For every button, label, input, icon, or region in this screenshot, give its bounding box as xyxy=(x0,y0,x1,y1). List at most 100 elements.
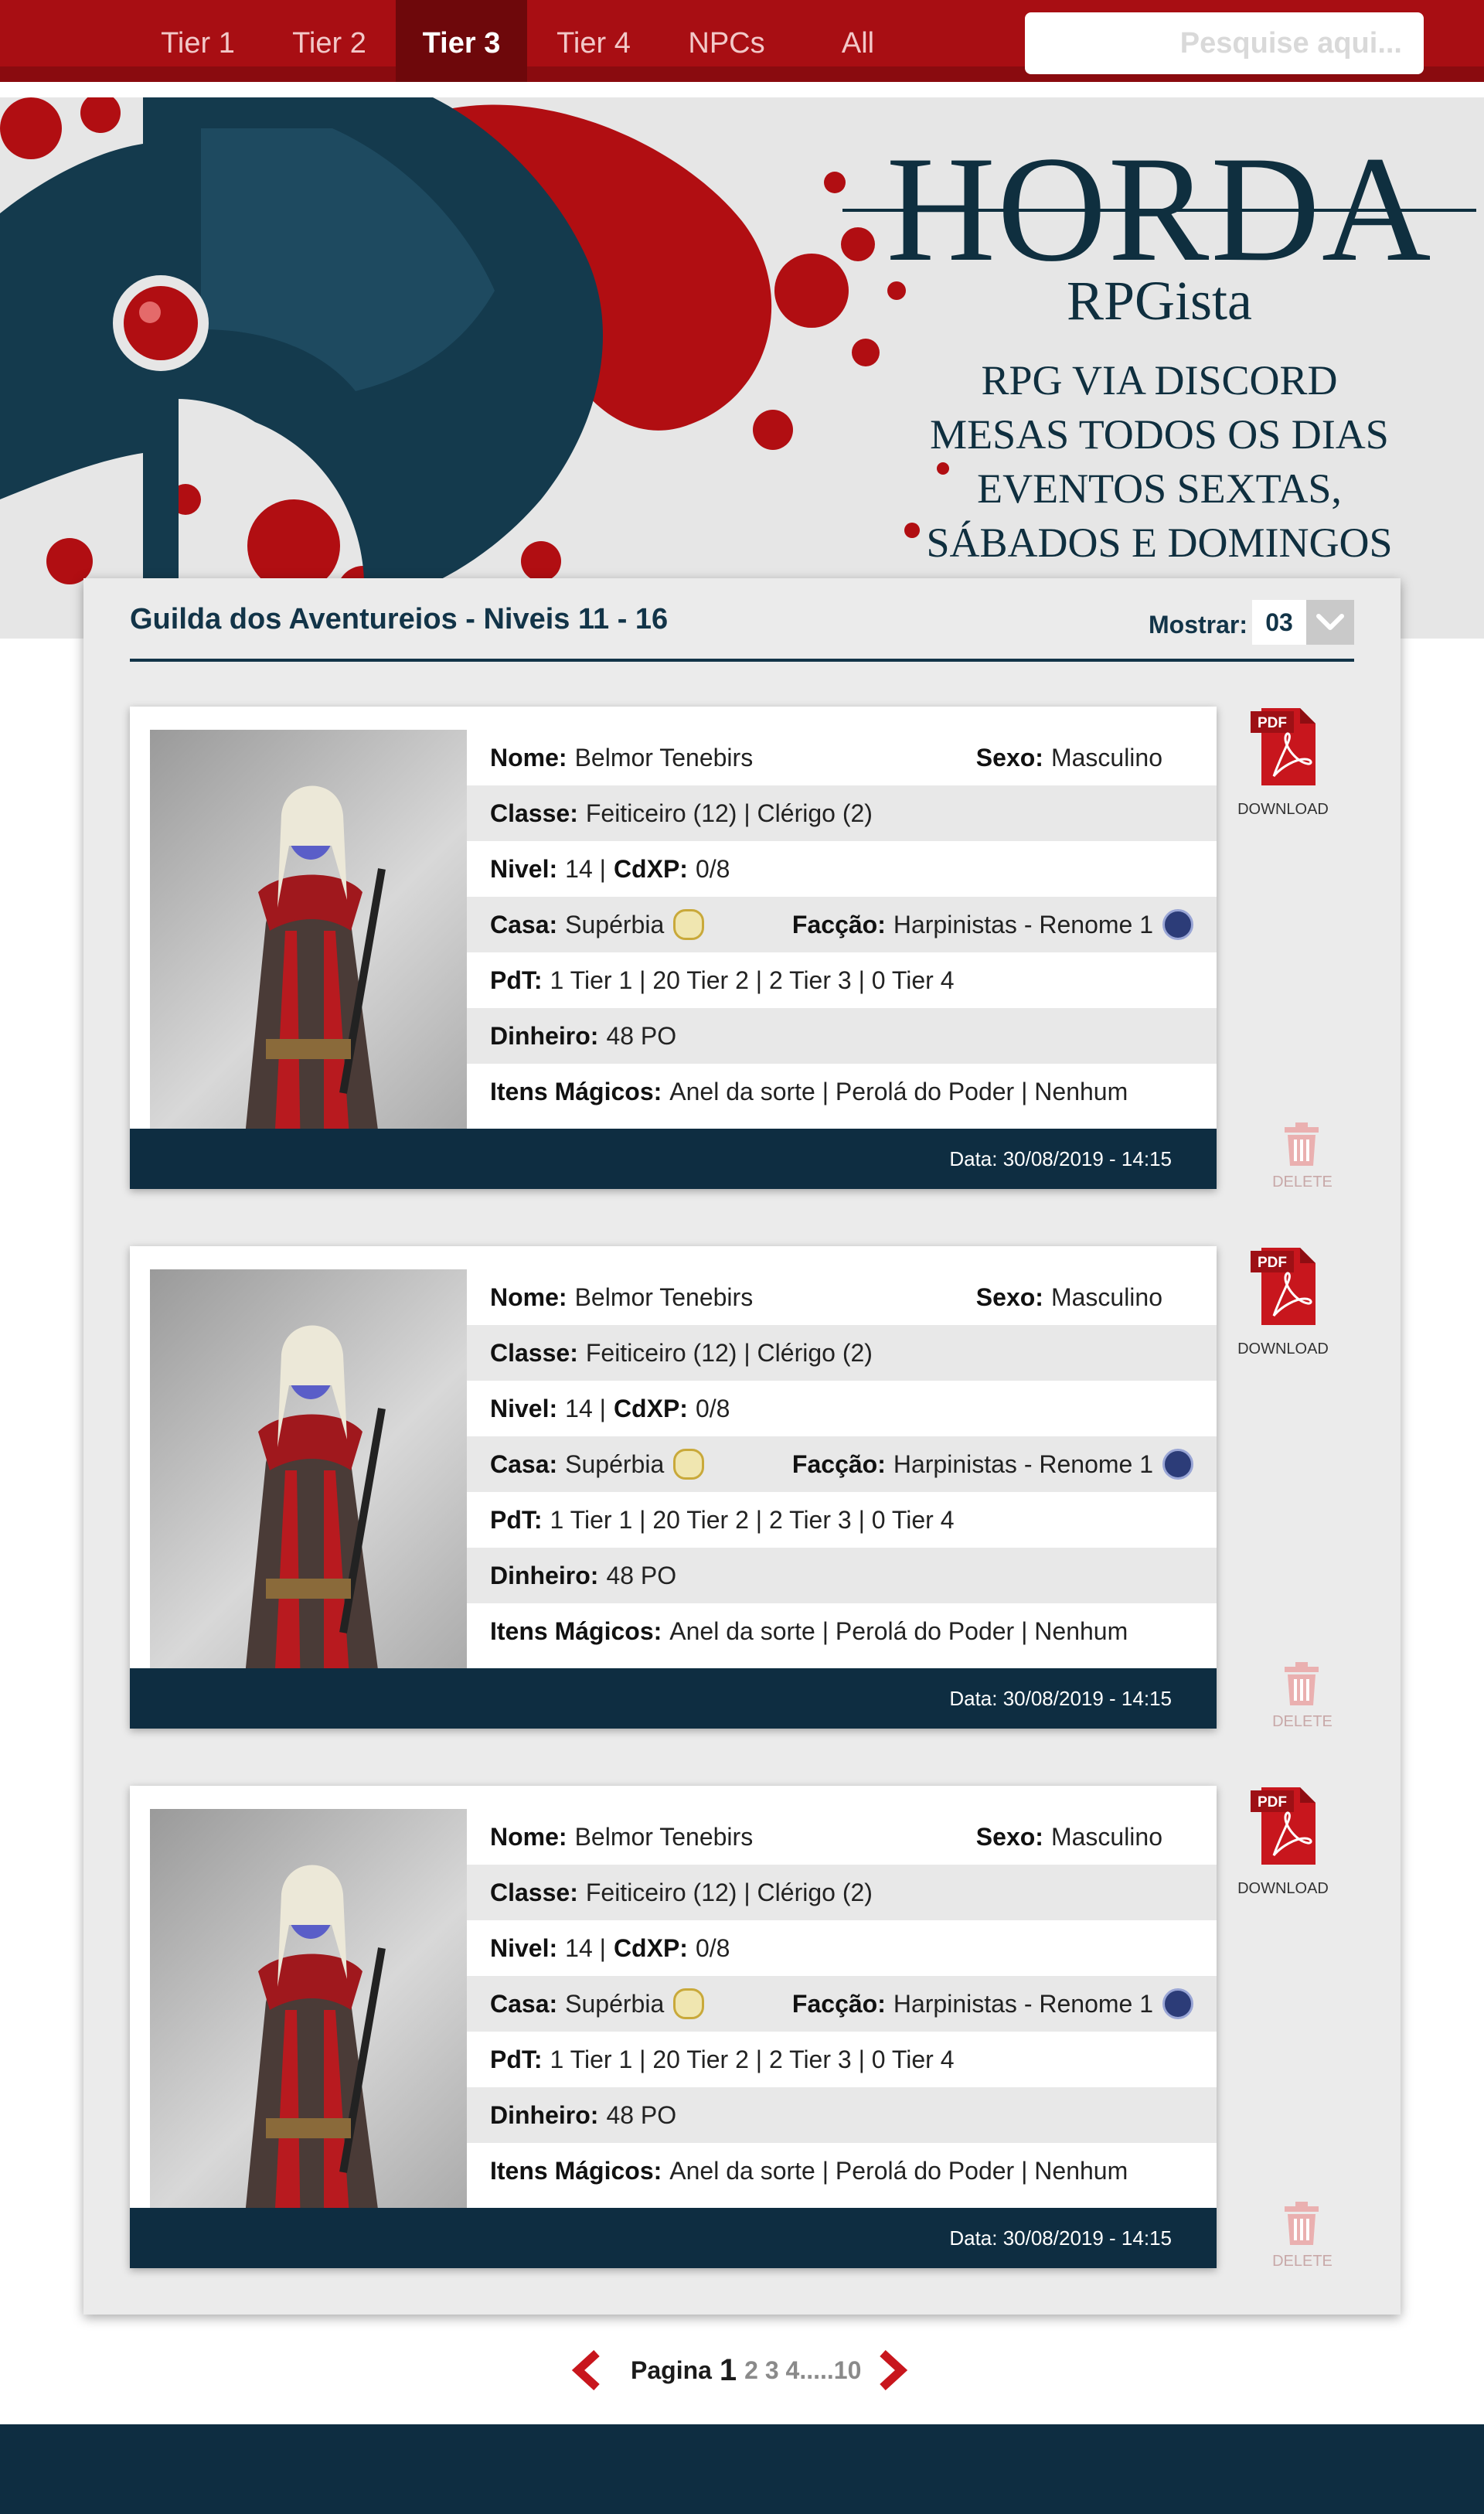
next-page-arrow-icon[interactable] xyxy=(873,2349,910,2392)
trash-icon[interactable] xyxy=(1285,1122,1319,1166)
value-pdt: 1 Tier 1 | 20 Tier 2 | 2 Tier 3 | 0 Tier… xyxy=(550,1505,955,1534)
label-dinheiro: Dinheiro: xyxy=(490,2100,599,2129)
character-details: Nome: Belmor Tenebirs Sexo: Masculino Clas… xyxy=(467,1809,1217,2199)
value-pdt: 1 Tier 1 | 20 Tier 2 | 2 Tier 3 | 0 Tier… xyxy=(550,966,955,994)
value-sexo: Masculino xyxy=(1050,743,1162,772)
value-nome: Belmor Tenebirs xyxy=(574,743,754,772)
label-classe: Classe: xyxy=(490,1338,578,1367)
character-card: Nome: Belmor Tenebirs Sexo: Masculino Clas… xyxy=(130,1246,1217,1729)
value-itens: Anel da sorte | Perolá do Poder | Nenhum xyxy=(669,2156,1128,2185)
detail-row-nome: Nome: Belmor Tenebirs Sexo: Masculino xyxy=(467,1269,1217,1325)
card-date: Data: 30/08/2019 - 14:15 xyxy=(949,2226,1172,2250)
card-footer: Data: 30/08/2019 - 14:15 xyxy=(130,1668,1217,1729)
page-links[interactable]: 2 3 4.....10 xyxy=(744,2356,861,2385)
page-label: Pagina xyxy=(631,2356,712,2384)
value-classe: Feiticeiro (12) | Clérigo (2) xyxy=(585,799,873,827)
card-footer: Data: 30/08/2019 - 14:15 xyxy=(130,1129,1217,1189)
value-cdxp: 0/8 xyxy=(695,854,730,883)
delete-label[interactable]: DELETE xyxy=(1237,2253,1368,2270)
delete-label[interactable]: DELETE xyxy=(1237,1174,1368,1191)
tab-tier-2[interactable]: Tier 2 xyxy=(267,0,391,82)
faction-emblem-icon xyxy=(1162,1988,1193,2019)
detail-row-nivel: Nivel: 14 | CdXP: 0/8 xyxy=(467,1920,1217,1976)
download-label[interactable]: DOWNLOAD xyxy=(1229,1340,1337,1358)
house-shield-icon xyxy=(673,1988,705,2019)
prev-page-arrow-icon[interactable] xyxy=(569,2349,606,2392)
character-details: Nome: Belmor Tenebirs Sexo: Masculino Clas… xyxy=(467,1269,1217,1659)
label-nivel: Nivel: xyxy=(490,854,558,883)
faction-emblem-icon xyxy=(1162,909,1193,940)
label-itens: Itens Mágicos: xyxy=(490,2156,662,2185)
value-sexo: Masculino xyxy=(1050,1822,1162,1851)
detail-row-dinheiro: Dinheiro: 48 PO xyxy=(467,2087,1217,2143)
pagination: Pagina 1 2 3 4.....10 xyxy=(569,2347,917,2393)
trash-icon[interactable] xyxy=(1285,1662,1319,1705)
detail-row-casa: Casa: Supérbia Facção: Harpinistas - Renom… xyxy=(467,1436,1217,1492)
search-input[interactable]: Pesquise aqui... xyxy=(1025,12,1424,74)
detail-row-pdt: PdT: 1 Tier 1 | 20 Tier 2 | 2 Tier 3 | 0 … xyxy=(467,2032,1217,2087)
character-portrait xyxy=(150,1269,467,1699)
value-classe: Feiticeiro (12) | Clérigo (2) xyxy=(585,1338,873,1367)
card-date: Data: 30/08/2019 - 14:15 xyxy=(949,1147,1172,1170)
detail-row-pdt: PdT: 1 Tier 1 | 20 Tier 2 | 2 Tier 3 | 0 … xyxy=(467,1492,1217,1548)
character-card: Nome: Belmor Tenebirs Sexo: Masculino Clas… xyxy=(130,1786,1217,2268)
value-casa: Supérbia xyxy=(565,1989,665,2018)
detail-row-casa: Casa: Supérbia Facção: Harpinistas - Renom… xyxy=(467,1976,1217,2032)
value-dinheiro: 48 PO xyxy=(606,2100,677,2129)
tab-npcs[interactable]: NPCs xyxy=(665,0,788,82)
label-pdt: PdT: xyxy=(490,966,543,994)
detail-row-nome: Nome: Belmor Tenebirs Sexo: Masculino xyxy=(467,1809,1217,1865)
label-sexo: Sexo: xyxy=(975,1822,1043,1851)
tab-tier-1[interactable]: Tier 1 xyxy=(136,0,260,82)
chevron-down-icon[interactable] xyxy=(1306,600,1354,645)
pdf-download-icon[interactable]: PDF xyxy=(1251,1787,1316,1865)
download-label[interactable]: DOWNLOAD xyxy=(1229,1880,1337,1898)
hero-banner: HORDA RPGista RPG VIA DISCORD MESAS TODO… xyxy=(0,97,1484,639)
character-portrait xyxy=(150,730,467,1160)
pdf-download-icon[interactable]: PDF xyxy=(1251,1248,1316,1325)
label-sexo: Sexo: xyxy=(975,1283,1043,1311)
value-cdxp: 0/8 xyxy=(695,1394,730,1422)
pdf-download-icon[interactable]: PDF xyxy=(1251,708,1316,785)
pdf-badge-text: PDF xyxy=(1258,715,1287,731)
detail-row-nivel: Nivel: 14 | CdXP: 0/8 xyxy=(467,841,1217,897)
label-casa: Casa: xyxy=(490,1989,558,2018)
panel-divider xyxy=(130,659,1354,662)
delete-label[interactable]: DELETE xyxy=(1237,1713,1368,1731)
tagline-line: SÁBADOS E DOMINGOS xyxy=(926,519,1393,566)
label-itens: Itens Mágicos: xyxy=(490,1616,662,1645)
label-nivel: Nivel: xyxy=(490,1394,558,1422)
pdf-badge-text: PDF xyxy=(1258,1794,1287,1811)
label-dinheiro: Dinheiro: xyxy=(490,1561,599,1589)
card-date: Data: 30/08/2019 - 14:15 xyxy=(949,1687,1172,1710)
pdf-badge-text: PDF xyxy=(1258,1255,1287,1271)
card-footer: Data: 30/08/2019 - 14:15 xyxy=(130,2208,1217,2268)
download-label[interactable]: DOWNLOAD xyxy=(1229,801,1337,819)
tab-tier-3[interactable]: Tier 3 xyxy=(396,0,527,82)
value-itens: Anel da sorte | Perolá do Poder | Nenhum xyxy=(669,1077,1128,1105)
current-page: 1 xyxy=(719,2352,737,2387)
label-nivel: Nivel: xyxy=(490,1933,558,1962)
show-count-select[interactable]: 03 xyxy=(1252,600,1306,645)
tab-tier-4[interactable]: Tier 4 xyxy=(532,0,655,82)
detail-row-itens: Itens Mágicos: Anel da sorte | Perolá do … xyxy=(467,1064,1217,1119)
value-faccao: Harpinistas - Renome 1 xyxy=(893,1989,1153,2018)
value-cdxp: 0/8 xyxy=(695,1933,730,1962)
detail-row-dinheiro: Dinheiro: 48 PO xyxy=(467,1548,1217,1603)
tagline-line: MESAS TODOS OS DIAS xyxy=(930,411,1389,458)
trash-icon[interactable] xyxy=(1285,2202,1319,2245)
faction-emblem-icon xyxy=(1162,1449,1193,1480)
label-sexo: Sexo: xyxy=(975,743,1043,772)
detail-row-casa: Casa: Supérbia Facção: Harpinistas - Renom… xyxy=(467,897,1217,952)
character-details: Nome: Belmor Tenebirs Sexo: Masculino Clas… xyxy=(467,730,1217,1119)
tab-all[interactable]: All xyxy=(796,0,920,82)
house-shield-icon xyxy=(673,909,705,940)
label-cdxp: CdXP: xyxy=(613,1394,688,1422)
page-footer xyxy=(0,2424,1484,2514)
panel-title: Guilda dos Aventureios - Niveis 11 - 16 xyxy=(130,603,669,635)
value-classe: Feiticeiro (12) | Clérigo (2) xyxy=(585,1878,873,1906)
label-dinheiro: Dinheiro: xyxy=(490,1021,599,1050)
label-faccao: Facção: xyxy=(791,1989,886,2018)
label-cdxp: CdXP: xyxy=(613,854,688,883)
label-itens: Itens Mágicos: xyxy=(490,1077,662,1105)
